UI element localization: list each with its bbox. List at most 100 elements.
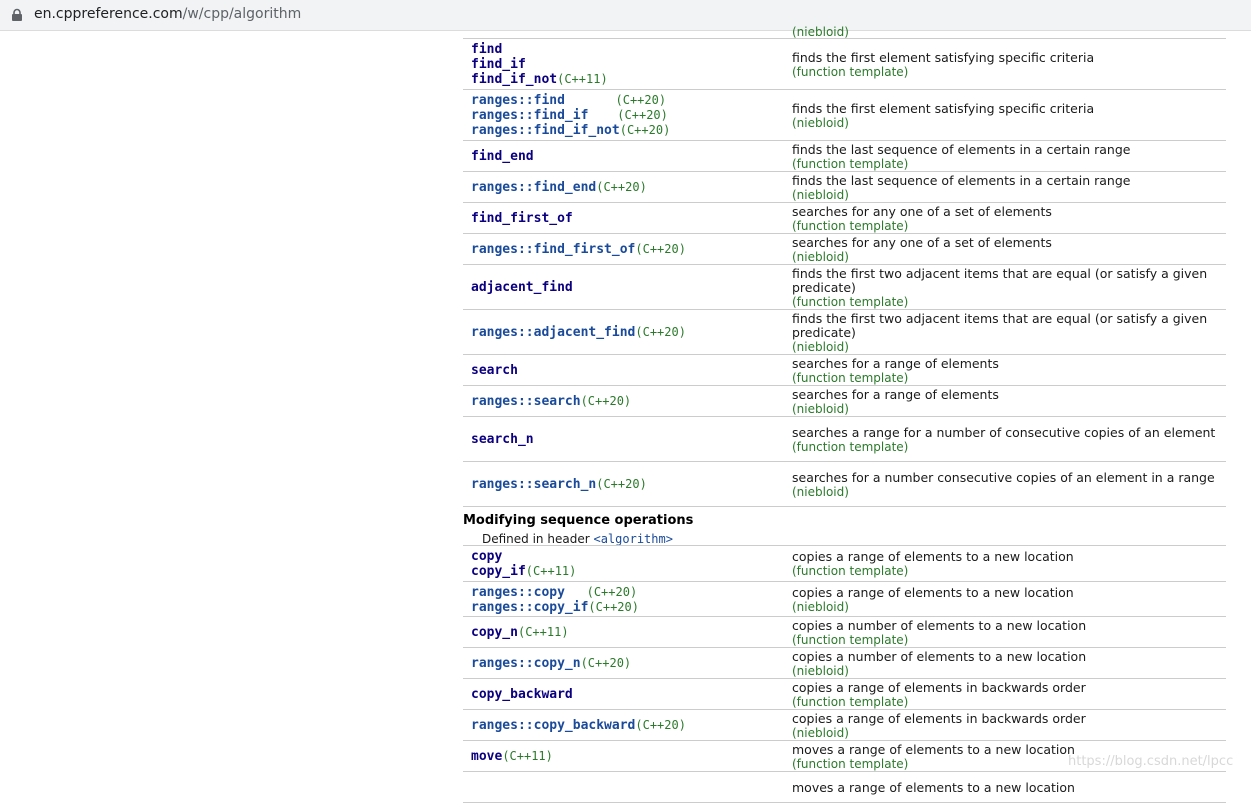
version-badge: (C++20) [588, 599, 639, 614]
watermark: https://blog.csdn.net/lpcc [1068, 754, 1234, 769]
version-badge: (C++20) [635, 325, 686, 339]
description-cell: searches for any one of a set of element… [792, 203, 1222, 234]
function-link[interactable]: ranges::search [471, 394, 581, 409]
name-cell: ranges::copy_backward(C++20) [471, 710, 686, 741]
function-link[interactable]: find_if_not [471, 72, 557, 87]
section-heading: Modifying sequence operations [463, 513, 694, 528]
function-link[interactable]: ranges::copy [471, 585, 565, 600]
name-line: ranges::copy_if(C++20) [471, 600, 639, 615]
table-bottom-border [463, 506, 1226, 507]
name-line: ranges::find_if (C++20) [471, 108, 670, 123]
description-text: finds the last sequence of elements in a… [792, 141, 1131, 157]
description-cell: finds the first element satisfying speci… [792, 39, 1222, 90]
name-cell: ranges::search(C++20) [471, 386, 631, 417]
description-text: finds the first element satisfying speci… [792, 49, 1095, 65]
name-cell: ranges::search_n(C++20) [471, 462, 647, 507]
description-text: copies a range of elements to a new loca… [792, 584, 1074, 600]
version-badge: (C++11) [557, 72, 608, 86]
kind-label: (function template) [792, 294, 909, 309]
header-link[interactable]: <algorithm> [593, 532, 672, 546]
table-row: ranges::adjacent_find(C++20) finds the fi… [463, 309, 1226, 355]
defined-in-header: Defined in header <algorithm> [482, 532, 673, 546]
name-cell: copy copy_if(C++11) [471, 546, 576, 582]
function-link[interactable]: adjacent_find [471, 280, 573, 295]
function-link[interactable]: ranges::find_end [471, 180, 596, 195]
function-link[interactable]: ranges::find_if [471, 108, 588, 123]
table-row: search searches for a range of elements (f… [463, 354, 1226, 386]
name-line: ranges::find_if_not(C++20) [471, 123, 670, 138]
function-link[interactable]: find_first_of [471, 211, 573, 226]
kind-label: (niebloid) [792, 249, 849, 264]
description-text: searches for a range of elements [792, 355, 999, 371]
function-link[interactable]: find_if [471, 57, 526, 72]
kind-label: (function template) [792, 64, 909, 79]
address-bar[interactable]: en.cppreference.com/w/cpp/algorithm [0, 0, 1251, 31]
version-badge: (C++20) [564, 584, 638, 599]
name-cell: adjacent_find [471, 265, 573, 310]
kind-label: (niebloid) [792, 339, 849, 354]
kind-label: (function template) [792, 564, 909, 578]
description-text: copies a number of elements to a new loc… [792, 648, 1087, 664]
name-line: ranges::find_first_of(C++20) [471, 242, 686, 257]
name-line: find [471, 42, 608, 57]
function-link[interactable]: ranges::copy_n [471, 656, 581, 671]
name-line: find_if [471, 57, 608, 72]
version-badge: (C++20) [596, 180, 647, 194]
description-cell: copies a range of elements in backwards … [792, 679, 1222, 710]
name-line: adjacent_find [471, 280, 573, 295]
description-cell: finds the first two adjacent items that … [792, 265, 1222, 310]
description-text: finds the first element satisfying speci… [792, 100, 1095, 116]
name-line: copy_backward [471, 687, 573, 702]
function-link[interactable]: ranges::find_first_of [471, 242, 635, 257]
function-link[interactable]: move [471, 749, 502, 764]
name-line: find_if_not(C++11) [471, 72, 608, 87]
description-text: searches for a number consecutive copies… [792, 469, 1215, 485]
name-line: find_end [471, 149, 534, 164]
version-badge: (C++11) [517, 625, 569, 639]
name-cell: ranges::copy_n(C++20) [471, 648, 631, 679]
function-link[interactable]: copy_if [471, 564, 526, 579]
function-link[interactable]: copy [471, 549, 502, 564]
function-link[interactable]: search [471, 363, 518, 378]
description-cell: copies a range of elements to a new loca… [792, 546, 1222, 582]
table-row: ranges::search_n(C++20) searches for a nu… [463, 461, 1226, 507]
function-link[interactable]: search_n [471, 432, 534, 447]
table-row: copy_n(C++11) copies a number of elements… [463, 616, 1226, 648]
version-badge: (C++20) [580, 656, 632, 670]
kind-label: (niebloid) [792, 401, 849, 416]
version-badge: (C++20) [619, 123, 671, 137]
function-link[interactable]: ranges::find [471, 93, 565, 108]
name-line: search_n [471, 432, 534, 447]
name-cell: find find_if find_if_not(C++11) [471, 39, 608, 90]
version-badge: (C++20) [588, 108, 668, 122]
table-row: ranges::find_end(C++20) finds the last se… [463, 171, 1226, 203]
name-line: find_first_of [471, 211, 573, 226]
version-badge: (C++20) [635, 242, 686, 256]
function-link[interactable]: ranges::adjacent_find [471, 325, 635, 340]
name-line: ranges::adjacent_find(C++20) [471, 325, 686, 340]
function-link[interactable]: copy_backward [471, 687, 573, 702]
description-cell: searches a range for a number of consecu… [792, 417, 1222, 462]
function-link[interactable]: find [471, 42, 502, 57]
kind-label: (function template) [792, 370, 909, 385]
name-line: ranges::find (C++20) [471, 93, 670, 108]
name-line: ranges::copy_backward(C++20) [471, 718, 686, 733]
name-line: ranges::copy_n(C++20) [471, 656, 631, 671]
description-cell: finds the last sequence of elements in a… [792, 172, 1222, 203]
function-link[interactable]: find_end [471, 149, 534, 164]
description-cell: searches for a number consecutive copies… [792, 462, 1222, 507]
kind-label: (function template) [792, 218, 909, 233]
url-text[interactable]: en.cppreference.com/w/cpp/algorithm [34, 5, 301, 23]
function-link[interactable]: ranges::find_if_not [471, 123, 620, 138]
table-row: copy copy_if(C++11) copies a range of elem… [463, 545, 1226, 582]
function-link[interactable]: copy_n [471, 625, 518, 640]
table-row: ranges::find_first_of(C++20) searches for… [463, 233, 1226, 265]
version-badge: (C++20) [635, 718, 686, 732]
kind-label: (niebloid) [792, 115, 849, 130]
name-cell: search [471, 355, 518, 386]
function-link[interactable]: ranges::copy_backward [471, 718, 635, 733]
name-line: search [471, 363, 518, 378]
function-link[interactable]: ranges::copy_if [471, 600, 588, 615]
function-link[interactable]: ranges::search_n [471, 477, 596, 492]
name-line: copy_if(C++11) [471, 564, 576, 579]
